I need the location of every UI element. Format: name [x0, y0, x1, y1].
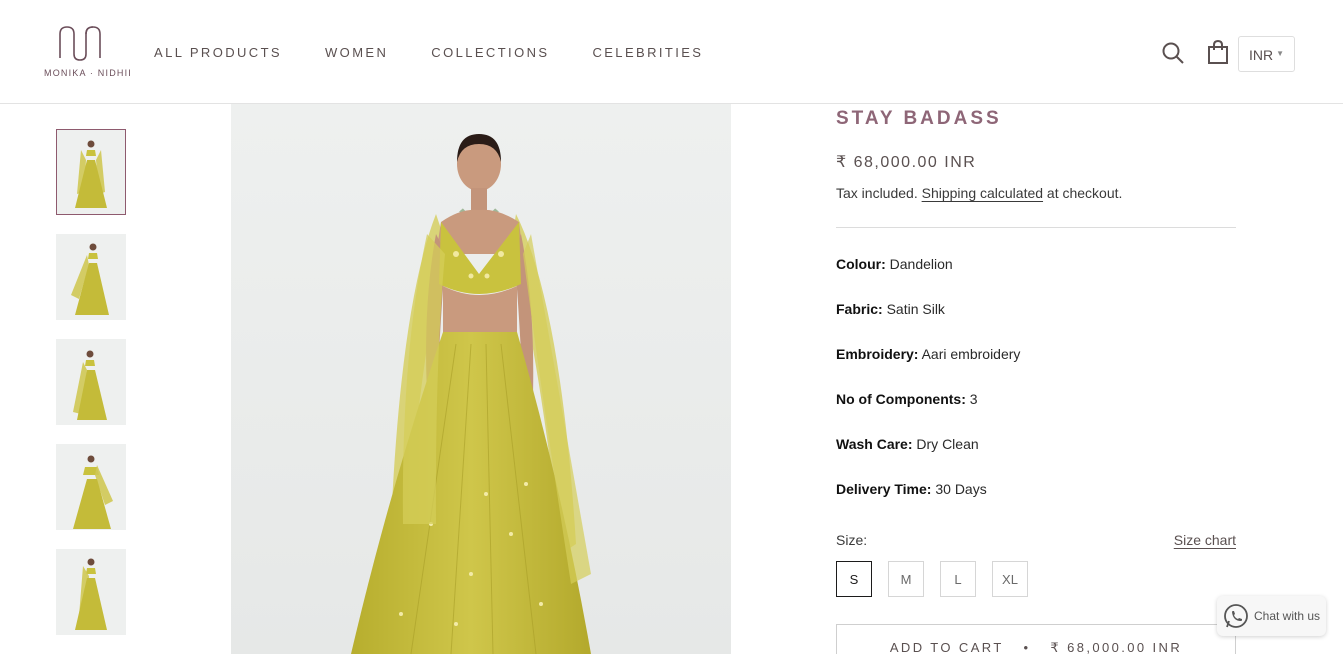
search-icon[interactable] [1161, 41, 1185, 65]
nav-women[interactable]: WOMEN [325, 45, 388, 60]
size-label: Size: [836, 532, 868, 548]
brand-logo[interactable]: MONIKA · NIDHII [44, 24, 133, 82]
thumbnail-1[interactable] [56, 129, 126, 215]
spec-label: Fabric: [836, 301, 883, 317]
whatsapp-icon [1224, 604, 1248, 628]
size-option-m[interactable]: M [888, 561, 924, 597]
site-header: MONIKA · NIDHII ALL PRODUCTS WOMEN COLLE… [0, 0, 1343, 104]
size-header: Size: Size chart [836, 532, 1236, 552]
spec-value: 30 Days [935, 481, 987, 497]
tax-note: Tax included. Shipping calculated at che… [836, 185, 1236, 201]
spec-wash-care: Wash Care: Dry Clean [836, 436, 1236, 452]
currency-value: INR [1249, 47, 1274, 63]
thumbnail-image [57, 550, 125, 634]
spec-label: No of Components: [836, 391, 966, 407]
product-price: ₹ 68,000.00 INR [836, 154, 977, 171]
spec-delivery-time: Delivery Time: 30 Days [836, 481, 1236, 497]
size-option-xl[interactable]: XL [992, 561, 1028, 597]
spec-fabric: Fabric: Satin Silk [836, 301, 1236, 317]
brand-monogram-icon [59, 26, 101, 61]
product-title: STAY BADASS [836, 108, 1002, 129]
size-chart-link[interactable]: Size chart [1174, 532, 1236, 548]
thumbnail-3[interactable] [56, 339, 126, 425]
size-option-s[interactable]: S [836, 561, 872, 597]
shipping-link[interactable]: Shipping calculated [922, 185, 1043, 201]
thumbnail-5[interactable] [56, 549, 126, 635]
spec-value: Satin Silk [886, 301, 945, 317]
spec-value: 3 [969, 391, 978, 407]
spec-value: Aari embroidery [921, 346, 1021, 362]
product-info: STAY BADASS ₹ 68,000.00 INR Tax included… [836, 104, 1236, 654]
thumbnail-list [56, 129, 126, 654]
thumbnail-2[interactable] [56, 234, 126, 320]
nav-celebrities[interactable]: CELEBRITIES [592, 45, 703, 60]
spec-label: Embroidery: [836, 346, 919, 362]
product-photo [231, 104, 731, 654]
main-nav: ALL PRODUCTS WOMEN COLLECTIONS CELEBRITI… [154, 45, 746, 60]
spec-colour: Colour: Dandelion [836, 256, 1236, 272]
thumbnail-image [57, 340, 125, 424]
spec-components: No of Components: 3 [836, 391, 1236, 407]
main-product-image[interactable] [231, 104, 731, 654]
currency-selector[interactable]: INR ▼ [1238, 36, 1295, 72]
chevron-down-icon: ▼ [1276, 49, 1284, 58]
thumbnail-4[interactable] [56, 444, 126, 530]
tax-suffix: at checkout. [1046, 185, 1123, 201]
spec-value: Dry Clean [916, 436, 979, 452]
chat-widget[interactable]: Chat with us [1217, 596, 1326, 636]
thumbnail-image [57, 235, 125, 319]
nav-all-products[interactable]: ALL PRODUCTS [154, 45, 282, 60]
divider [836, 227, 1236, 228]
separator-dot: • [1023, 640, 1031, 654]
spec-value: Dandelion [889, 256, 953, 272]
add-to-cart-label: ADD TO CART [889, 640, 1004, 654]
nav-collections[interactable]: COLLECTIONS [431, 45, 549, 60]
brand-name: MONIKA · NIDHII [44, 68, 133, 78]
shopping-bag-icon[interactable] [1206, 39, 1230, 65]
spec-label: Delivery Time: [836, 481, 932, 497]
add-to-cart-price: ₹ 68,000.00 INR [1050, 640, 1183, 654]
size-options: S M L XL [836, 561, 1028, 597]
thumbnail-image [57, 130, 125, 214]
tax-prefix: Tax included. [836, 185, 918, 201]
chat-label: Chat with us [1254, 609, 1321, 623]
spec-label: Colour: [836, 256, 886, 272]
add-to-cart-button[interactable]: ADD TO CART • ₹ 68,000.00 INR [836, 624, 1236, 654]
size-option-l[interactable]: L [940, 561, 976, 597]
spec-label: Wash Care: [836, 436, 913, 452]
spec-embroidery: Embroidery: Aari embroidery [836, 346, 1236, 362]
thumbnail-image [57, 445, 125, 529]
